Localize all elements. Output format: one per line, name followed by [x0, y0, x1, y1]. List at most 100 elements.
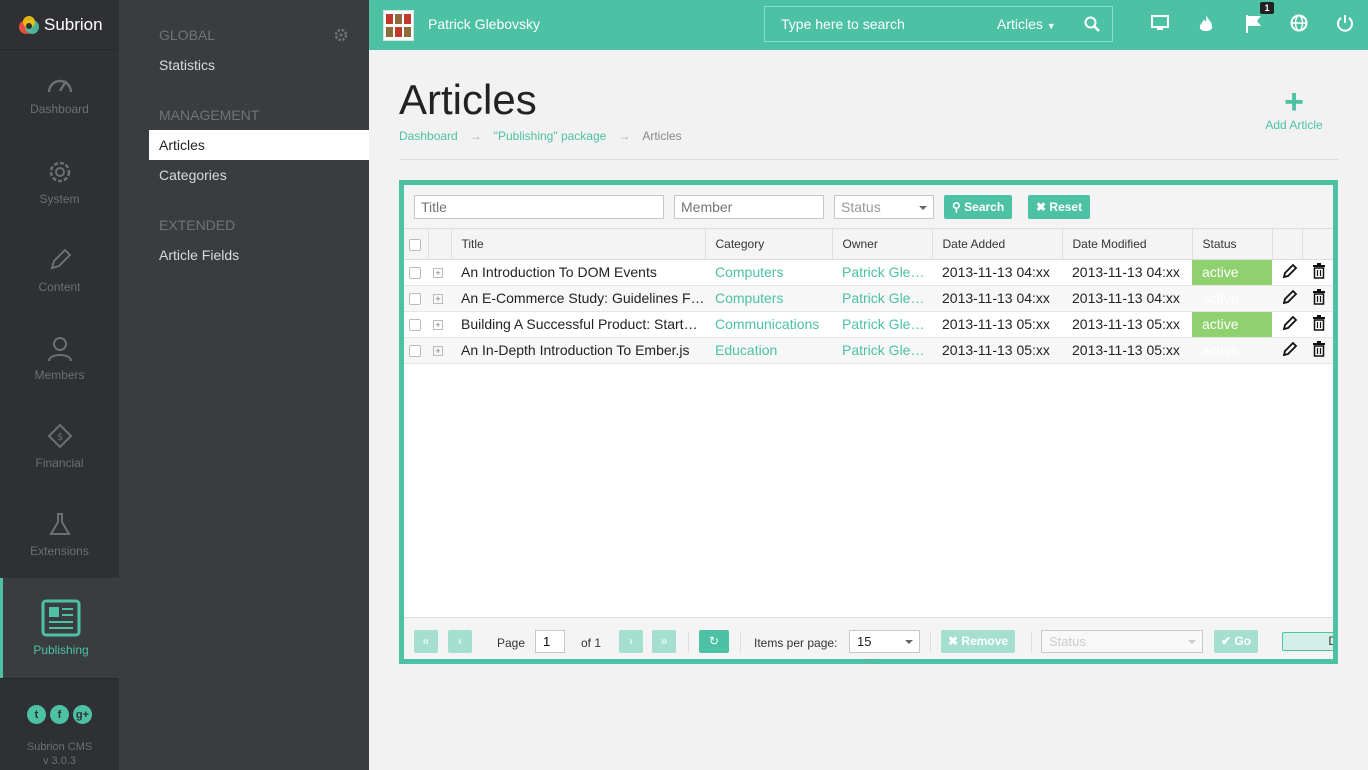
breadcrumb: Dashboard → "Publishing" package → Artic…	[399, 129, 682, 143]
logo[interactable]: Subrion	[0, 0, 119, 50]
bulk-status-select[interactable]: Status	[1041, 630, 1203, 653]
page-count: of 1	[581, 636, 602, 650]
col-date-modified[interactable]: Date Modified	[1062, 229, 1193, 260]
facebook-icon[interactable]: f	[50, 705, 69, 724]
col-date-added[interactable]: Date Added	[932, 229, 1063, 260]
row-checkbox[interactable]	[404, 337, 428, 364]
trash-icon[interactable]	[1302, 285, 1333, 312]
table-row[interactable]: + An In-Depth Introduction To Ember.js E…	[404, 337, 1333, 364]
add-article-button[interactable]: + Add Article	[1258, 85, 1330, 132]
refresh-button[interactable]: ↻	[699, 630, 729, 653]
status-badge[interactable]: active	[1192, 285, 1272, 312]
search-icon[interactable]	[1084, 16, 1100, 32]
article-date-added: 2013-11-13 04:xx	[932, 285, 1062, 312]
article-title[interactable]: An E-Commerce Study: Guidelines For Bett…	[451, 285, 705, 312]
col-category[interactable]: Category	[705, 229, 833, 260]
nav-content[interactable]: Content	[0, 226, 119, 314]
close-icon: ✖	[1036, 200, 1047, 214]
fire-icon[interactable]	[1198, 14, 1214, 34]
article-owner[interactable]: Patrick Glebovsky	[832, 259, 932, 286]
twitter-icon[interactable]: t	[27, 705, 46, 724]
search-scope-dropdown[interactable]: Articles ▼	[997, 16, 1056, 32]
col-status[interactable]: Status	[1192, 229, 1273, 260]
prev-page-button[interactable]: ‹	[448, 630, 472, 653]
subnav-item-categories[interactable]: Categories	[119, 160, 369, 190]
edit-icon[interactable]	[1272, 311, 1302, 338]
select-all-checkbox[interactable]	[404, 229, 429, 260]
nav-extensions[interactable]: Extensions	[0, 490, 119, 578]
article-category[interactable]: Computers	[705, 259, 832, 286]
flag-icon[interactable]	[1245, 14, 1263, 34]
article-category[interactable]: Communications	[705, 311, 832, 338]
article-category[interactable]: Education	[705, 337, 832, 364]
subnav-item-article-fields[interactable]: Article Fields	[119, 240, 369, 270]
article-title[interactable]: An Introduction To DOM Events	[451, 259, 705, 286]
article-owner[interactable]: Patrick Glebovsky	[832, 311, 932, 338]
nav-dashboard[interactable]: Dashboard	[0, 50, 119, 138]
gear-icon[interactable]	[334, 28, 348, 42]
article-owner[interactable]: Patrick Glebovsky	[832, 337, 932, 364]
nav-financial[interactable]: $ Financial	[0, 402, 119, 490]
trash-icon[interactable]	[1302, 337, 1333, 364]
table-row[interactable]: + Building A Successful Product: Startup…	[404, 311, 1333, 338]
edit-icon[interactable]	[1272, 259, 1302, 286]
divider	[399, 159, 1338, 160]
avatar[interactable]	[383, 10, 414, 41]
status-badge[interactable]: active	[1192, 337, 1272, 364]
subnav-item-articles[interactable]: Articles	[149, 130, 369, 160]
article-category[interactable]: Computers	[705, 285, 832, 312]
page-number-input[interactable]	[535, 630, 565, 653]
globe-icon[interactable]	[1290, 14, 1308, 32]
username[interactable]: Patrick Glebovsky	[428, 16, 540, 32]
nav-system[interactable]: System	[0, 138, 119, 226]
status-badge[interactable]: active	[1192, 259, 1272, 286]
trash-icon[interactable]	[1302, 311, 1333, 338]
divider	[930, 632, 931, 652]
subnav-item-statistics[interactable]: Statistics	[119, 50, 369, 80]
monitor-icon[interactable]	[1151, 14, 1169, 32]
resize-grip[interactable]	[865, 659, 873, 661]
breadcrumb-publishing[interactable]: "Publishing" package	[494, 129, 607, 143]
col-owner[interactable]: Owner	[832, 229, 933, 260]
go-button[interactable]: ✔ Go	[1214, 630, 1259, 653]
trash-icon[interactable]	[1302, 259, 1333, 286]
row-checkbox[interactable]	[404, 311, 428, 338]
googleplus-icon[interactable]: g+	[73, 705, 92, 724]
divider	[740, 632, 741, 652]
title-filter-input[interactable]	[414, 195, 664, 219]
expand-icon[interactable]: +	[428, 337, 451, 364]
status-badge[interactable]: active	[1192, 311, 1272, 338]
next-page-button[interactable]: ›	[619, 630, 643, 653]
search-input[interactable]: Type here to search	[781, 16, 905, 32]
search-button[interactable]: ⚲ Search	[944, 195, 1013, 219]
expand-icon[interactable]: +	[428, 311, 451, 338]
reset-button[interactable]: ✖ Reset	[1028, 195, 1091, 219]
search-box[interactable]: Type here to search Articles ▼	[764, 6, 1113, 42]
expand-icon[interactable]: +	[428, 259, 451, 286]
nav-members[interactable]: Members	[0, 314, 119, 402]
article-title[interactable]: Building A Successful Product: Startup T…	[451, 311, 705, 338]
edit-header	[1272, 229, 1303, 260]
edit-icon[interactable]	[1272, 337, 1302, 364]
truncated-button[interactable]: D	[1282, 632, 1333, 651]
edit-icon[interactable]	[1272, 285, 1302, 312]
article-owner[interactable]: Patrick Glebovsky	[832, 285, 932, 312]
power-icon[interactable]	[1336, 14, 1354, 32]
nav-publishing[interactable]: Publishing	[0, 578, 119, 678]
last-page-button[interactable]: »	[652, 630, 676, 653]
row-checkbox[interactable]	[404, 285, 428, 312]
member-filter-input[interactable]	[674, 195, 824, 219]
remove-button[interactable]: ✖ Remove	[941, 630, 1016, 653]
row-checkbox[interactable]	[404, 259, 428, 286]
col-title[interactable]: Title	[451, 229, 706, 260]
expand-icon[interactable]: +	[428, 285, 451, 312]
table-row[interactable]: + An E-Commerce Study: Guidelines For Be…	[404, 285, 1333, 312]
items-per-page-select[interactable]: 15	[849, 630, 920, 653]
first-page-button[interactable]: «	[414, 630, 438, 653]
status-filter-select[interactable]: Status	[834, 195, 934, 219]
article-title[interactable]: An In-Depth Introduction To Ember.js	[451, 337, 705, 364]
table-row[interactable]: + An Introduction To DOM Events Computer…	[404, 259, 1333, 286]
caret-down-icon	[919, 206, 927, 210]
breadcrumb-dashboard[interactable]: Dashboard	[399, 129, 458, 143]
delete-header	[1302, 229, 1333, 260]
